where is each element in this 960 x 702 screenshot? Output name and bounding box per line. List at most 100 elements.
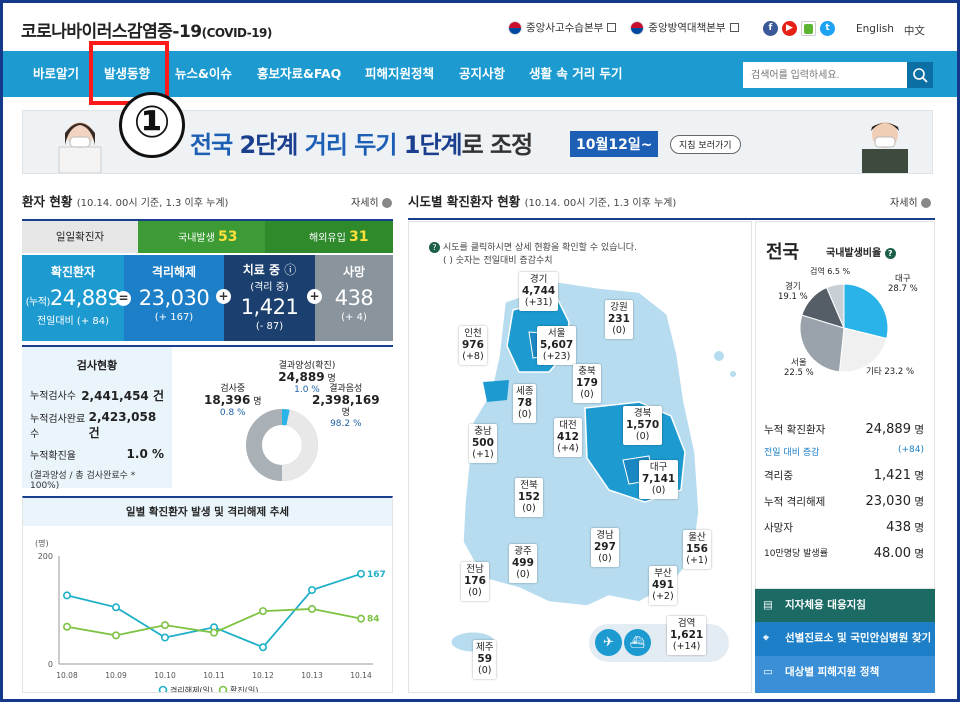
facebook-icon[interactable]: f — [763, 21, 778, 36]
treatment-box: 치료 중 ⓘ (격리 중) 1,421 (- 87) — [224, 255, 315, 341]
data-point — [161, 621, 170, 630]
data-point — [259, 643, 268, 652]
stat-row: 격리중 1,421 명 — [764, 468, 924, 483]
region-label[interactable]: 강원 231 (0) — [605, 300, 633, 339]
legend-label: 확진(일) — [230, 685, 258, 692]
data-point — [62, 622, 71, 631]
data-point — [356, 569, 365, 578]
plus-icon: + — [307, 289, 322, 304]
banner-date: 10월12일~ — [570, 131, 659, 157]
korea-flag-icon — [630, 20, 645, 35]
ship-icon: ⛴ — [624, 629, 651, 656]
nav-about[interactable]: 바로알기 — [33, 51, 79, 97]
arrow-right-icon — [381, 198, 392, 208]
site-title[interactable]: 코로나바이러스감염증-19(COVID-19) — [21, 17, 272, 42]
x-tick-label: 10.08 — [56, 671, 78, 680]
airplane-icon: ✈ — [595, 629, 622, 656]
lang-english[interactable]: English — [856, 23, 894, 38]
patients-more-link[interactable]: 자세히 — [351, 194, 392, 209]
search-button[interactable] — [907, 62, 933, 88]
confirmed-box: 확진환자 (누적)24,889 전일대비 (+ 84) — [22, 255, 124, 341]
youtube-icon[interactable]: ▶ — [782, 21, 797, 36]
korea-flag-icon — [508, 20, 522, 35]
browser-frame: 코로나바이러스감염증-19(COVID-19) 중앙사고수습본부 중앙방역대책본… — [3, 3, 957, 699]
search-input[interactable] — [743, 62, 903, 88]
annotation-marker: ① — [119, 92, 185, 158]
x-tick-label: 10.14 — [350, 671, 372, 680]
pie-title: 국내발생비율 ? — [826, 244, 896, 259]
region-label[interactable]: 충남 500 (+1) — [469, 424, 497, 463]
region-label[interactable]: 전북 152 (0) — [515, 478, 543, 517]
location-pin-icon: ⌖ — [763, 632, 769, 644]
region-label[interactable]: 전남 176 (0) — [461, 562, 489, 601]
region-label[interactable]: 경북 1,570 (0) — [623, 406, 663, 445]
region-label[interactable]: 울산 156 (+1) — [683, 530, 711, 569]
man-masked-image — [862, 122, 908, 173]
region-label[interactable]: 부산 491 (+2) — [649, 566, 677, 605]
daily-row: 일일확진자 국내발생 53 해외유입 31 — [22, 219, 393, 253]
nav-pr-faq[interactable]: 홍보자료&FAQ — [257, 51, 341, 97]
region-label[interactable]: 충북 179 (0) — [573, 364, 601, 403]
link-central-prevention[interactable]: 중앙방역대책본부 — [630, 20, 739, 35]
region-title: 시도별 확진환자 현황 — [408, 194, 521, 209]
x-tick-label: 10.12 — [252, 671, 274, 680]
daily-label: 일일확진자 — [22, 221, 138, 253]
region-label[interactable]: 광주 499 (0) — [509, 544, 537, 583]
data-point — [62, 591, 71, 600]
data-point — [259, 607, 268, 616]
nav-relief[interactable]: 피해지원정책 — [365, 51, 434, 97]
region-label[interactable]: 서울 5,607 (+23) — [537, 326, 577, 365]
kakao-icon[interactable] — [801, 21, 816, 36]
region-label[interactable]: 인천 976 (+8) — [459, 326, 487, 365]
relief-policy-button[interactable]: ▭ 대상별 피해지원 정책 — [755, 656, 935, 693]
domestic-box: 국내발생 53 — [138, 221, 265, 253]
nav-notice[interactable]: 공지사항 — [459, 51, 505, 97]
end-value-label: 84 — [367, 615, 380, 625]
data-point — [307, 586, 316, 595]
data-point — [356, 614, 365, 623]
released-box: 격리해제 23,030 (+ 167) — [124, 255, 224, 341]
tests-row: 누적확진율 1.0 % — [30, 447, 164, 462]
external-link-icon — [607, 23, 617, 32]
folder-icon: ▭ — [763, 666, 773, 678]
legend-marker — [218, 685, 228, 695]
data-point — [210, 628, 219, 637]
lang-chinese[interactable]: 中文 — [904, 23, 925, 38]
trend-line-chart: (명) 200 010.08 10.09 10.10 10.11 10.12 10.13 10.… — [35, 538, 386, 695]
data-point — [161, 633, 170, 642]
local-gov-guide-button[interactable]: ▤ 지자체용 대응지침 — [755, 589, 935, 622]
link-central-accident[interactable]: 중앙사고수습본부 — [508, 20, 617, 35]
region-label[interactable]: 제주 59 (0) — [473, 640, 497, 679]
stat-row: 누적 격리해제 23,030 명 — [764, 494, 924, 509]
region-subtitle: (10.14. 00시 기준, 1.3 이후 누계) — [524, 198, 677, 209]
search-box — [743, 62, 933, 88]
death-box: 사망 438 (+ 4) — [315, 255, 393, 341]
banner-guide-button[interactable]: 지침 보러가기 — [670, 135, 741, 154]
search-icon — [913, 68, 928, 83]
tests-row: 누적검사수 2,441,454 건 — [30, 389, 164, 403]
region-more-link[interactable]: 자세히 — [890, 194, 931, 209]
stat-row: 사망자 438 명 — [764, 520, 924, 535]
y-tick-label: 200 — [38, 552, 53, 561]
quarantine-box[interactable]: ✈ ⛴ 검역 1,621 (+14) — [589, 616, 729, 662]
region-label[interactable]: 경남 297 (0) — [591, 528, 619, 567]
y-tick-label: 0 — [48, 660, 53, 669]
clinic-finder-button[interactable]: ⌖ 선별진료소 및 국민안심병원 찾기 — [755, 622, 935, 656]
region-label[interactable]: 대전 412 (+4) — [554, 418, 582, 457]
region-label[interactable]: 검역 1,621 (+14) — [667, 616, 707, 655]
tests-panel: 검사현황 누적검사수 2,441,454 건 누적검사완료수 2,423,058 건… — [22, 345, 393, 491]
region-label[interactable]: 세종 78 (0) — [513, 384, 537, 423]
nav-news[interactable]: 뉴스&이슈 — [175, 51, 232, 97]
banner-headline: 전국 2단계 거리 두기 1단계로 조정 — [190, 131, 533, 159]
nav-distancing[interactable]: 생활 속 거리 두기 — [529, 51, 623, 97]
x-tick-label: 10.10 — [154, 671, 176, 680]
trend-title: 일별 확진환자 발생 및 격리해제 추세 — [23, 498, 392, 526]
region-label[interactable]: 대구 7,141 (0) — [639, 460, 679, 499]
stat-row: 10만명당 발생률 48.00 명 — [764, 546, 924, 561]
twitter-icon[interactable]: t — [820, 21, 835, 36]
region-label[interactable]: 경기 4,744 (+31) — [519, 272, 559, 311]
data-point — [112, 631, 121, 640]
plus-icon: + — [216, 289, 231, 304]
patients-title: 환자 현황 (10.14. 00시 기준, 1.3 이후 누계) — [22, 194, 229, 209]
x-tick-label: 10.13 — [301, 671, 323, 680]
